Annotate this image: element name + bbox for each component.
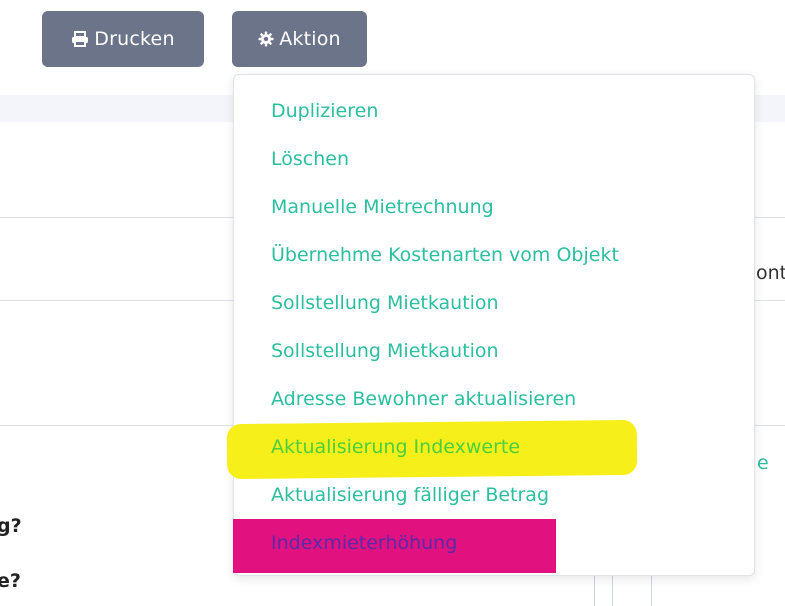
background-question-fragment: e? (0, 570, 21, 592)
table-border (594, 576, 595, 606)
table-border (651, 576, 652, 606)
print-button[interactable]: Drucken (42, 11, 204, 67)
action-button-label: Aktion (279, 28, 341, 50)
background-text-fragment: ont (756, 262, 785, 284)
menu-item-sollstellung-mietkaution[interactable]: Sollstellung Mietkaution (271, 279, 499, 327)
menu-item-duplizieren[interactable]: Duplizieren (271, 87, 378, 135)
table-border (612, 576, 613, 606)
menu-item-sollstellung-mietkaution-2[interactable]: Sollstellung Mietkaution (271, 327, 499, 375)
menu-item-aktualisierung-betrag[interactable]: Aktualisierung fälliger Betrag (271, 471, 549, 519)
action-button[interactable]: Aktion (232, 11, 367, 67)
gear-icon (258, 31, 274, 47)
menu-item-loeschen[interactable]: Löschen (271, 135, 349, 183)
print-button-label: Drucken (94, 28, 175, 50)
printer-icon (71, 31, 89, 47)
menu-item-aktualisierung-indexwerte[interactable]: Aktualisierung Indexwerte (271, 423, 520, 471)
menu-item-adresse-bewohner[interactable]: Adresse Bewohner aktualisieren (271, 375, 576, 423)
menu-item-indexmieterhoehung[interactable]: Indexmieterhöhung (271, 519, 457, 567)
menu-item-uebernehme-kostenarten[interactable]: Übernehme Kostenarten vom Objekt (271, 231, 619, 279)
menu-item-manuelle-mietrechnung[interactable]: Manuelle Mietrechnung (271, 183, 494, 231)
action-dropdown-menu: Duplizieren Löschen Manuelle Mietrechnun… (226, 74, 755, 576)
background-link-fragment[interactable]: e (757, 452, 769, 474)
background-question-fragment: g? (0, 515, 22, 537)
